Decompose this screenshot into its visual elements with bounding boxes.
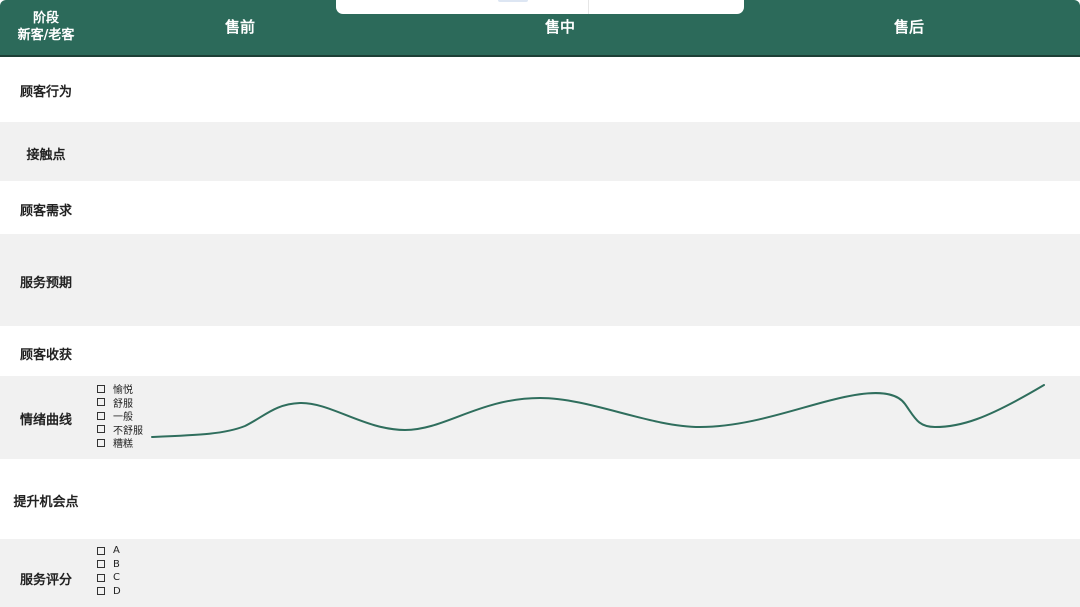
emotion-curve-line: [151, 384, 1045, 438]
emotion-curve: [151, 384, 1045, 438]
